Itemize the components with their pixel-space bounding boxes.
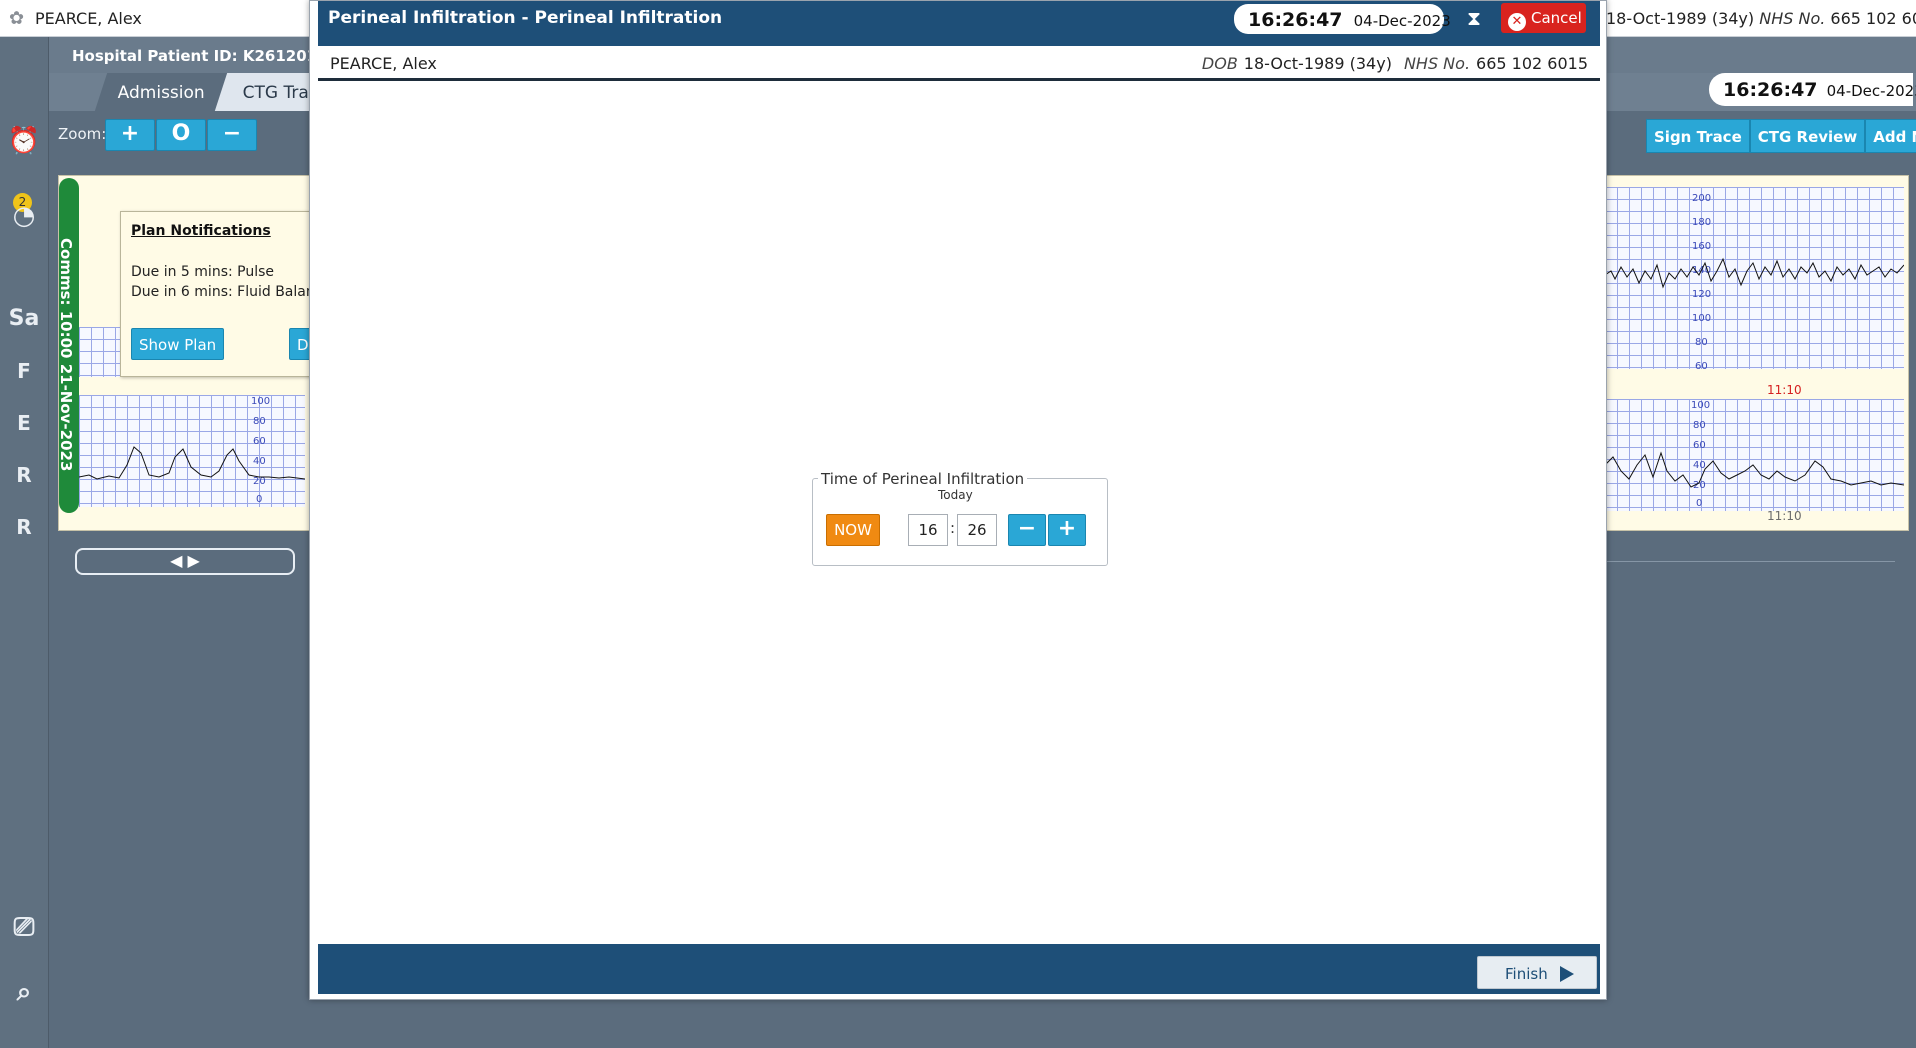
app-clock: 16:26:47 04-Dec-2023 (1709, 73, 1916, 106)
notification-line: Due in 6 mins: Fluid Balance (131, 284, 332, 300)
zoom-label: Zoom: (58, 125, 107, 143)
trace-time-label: 11:10 (1767, 509, 1802, 523)
app-logo-icon: ✿ (9, 8, 25, 29)
sidebar-f[interactable]: F (4, 351, 44, 391)
notification-line: Due in 5 mins: Pulse (131, 264, 275, 280)
sidebar-r1[interactable]: R (4, 455, 44, 495)
ctg-review-button[interactable]: CTG Review (1749, 119, 1866, 153)
nhs-value: 665 102 6015 (1476, 54, 1588, 73)
perineal-infiltration-dialog: Perineal Infiltration - Perineal Infiltr… (309, 0, 1607, 1000)
tab-admission[interactable]: Admission (94, 73, 230, 111)
fhr-grid-right: 200 180 160 140 120 100 80 60 (1605, 187, 1904, 372)
fhr-trace-right (1605, 257, 1904, 289)
trace-scroll-control[interactable]: ◀ ▶ (75, 548, 295, 575)
notification-title: Plan Notifications (131, 223, 271, 239)
trace-time-marker: 11:10 (1767, 383, 1802, 397)
finish-button[interactable]: Finish (1477, 956, 1597, 989)
nhs-label: NHS No. (1759, 9, 1826, 28)
time-of-perineal-infiltration-group: Time of Perineal Infiltration Today NOW … (812, 470, 1108, 566)
patient-name: PEARCE, Alex (35, 9, 142, 28)
alarm-clock-icon[interactable]: ⏰ (4, 121, 44, 161)
dialog-clock-time: 16:26:47 (1248, 9, 1343, 31)
increment-button[interactable]: + (1048, 514, 1086, 546)
sidebar-e[interactable]: E (4, 403, 44, 443)
dob-label: DOB (1201, 54, 1238, 73)
now-button[interactable]: NOW (826, 514, 880, 546)
trace-actions: Sign Trace CTG Review Add Note (1646, 119, 1916, 153)
sign-trace-button[interactable]: Sign Trace (1646, 119, 1750, 153)
filter-icon[interactable]: ⧗ (1463, 7, 1485, 29)
app-clock-date: 04-Dec-2023 (1826, 82, 1916, 100)
toco-trace-right (1605, 451, 1904, 488)
nhs-label: NHS No. (1403, 54, 1471, 73)
cancel-button[interactable]: ✕ Cancel (1501, 3, 1586, 33)
dialog-patient-banner: PEARCE, Alex DOB 18-Oct-1989 (34y) NHS No.… (318, 48, 1600, 81)
toco-grid-right: 100 80 60 40 20 0 (1605, 399, 1904, 511)
history-clock-icon[interactable]: ◔ (4, 196, 44, 236)
zoom-reset-button[interactable]: O (156, 119, 206, 151)
close-icon: ✕ (1508, 13, 1526, 31)
sidebar-r2[interactable]: R (4, 507, 44, 547)
time-separator: : (950, 519, 956, 537)
zoom-out-button[interactable]: − (207, 119, 257, 151)
patient-dob-nhs: 18-Oct-1989 (34y) NHS No. 665 102 6015 (1606, 9, 1916, 28)
minute-input[interactable]: 26 (957, 514, 997, 546)
hour-input[interactable]: 16 (908, 514, 948, 546)
show-plan-button[interactable]: Show Plan (131, 328, 225, 360)
presentation-icon[interactable]: ⎚ (4, 907, 44, 947)
patient-dob: 18-Oct-1989 (34y) (1606, 9, 1755, 28)
dob-value: 18-Oct-1989 (34y) (1243, 54, 1392, 73)
dialog-header: Perineal Infiltration - Perineal Infiltr… (318, 1, 1600, 46)
field-day-label: Today (938, 488, 973, 502)
dialog-clock: 16:26:47 04-Dec-2023 (1234, 4, 1451, 34)
toco-grid-left: 100 80 60 40 20 0 (79, 395, 305, 507)
dialog-title: Perineal Infiltration - Perineal Infiltr… (328, 8, 723, 28)
sidebar-sa[interactable]: Sa (4, 299, 44, 339)
divider (1605, 561, 1895, 562)
toco-trace-left (79, 446, 305, 480)
search-icon[interactable]: ⌕ (4, 972, 44, 1012)
add-note-button[interactable]: Add Note (1865, 119, 1916, 153)
nhs-number: 665 102 6015 (1830, 9, 1916, 28)
trace-date-marker[interactable]: Comms: 10:00 21-Nov-2023 (57, 178, 79, 513)
decrement-button[interactable]: − (1008, 514, 1046, 546)
dialog-clock-date: 04-Dec-2023 (1353, 12, 1451, 30)
field-legend: Time of Perineal Infiltration (818, 470, 1028, 488)
zoom-in-button[interactable]: + (105, 119, 155, 151)
dialog-footer: Finish (318, 944, 1600, 994)
play-arrow-icon (1559, 966, 1574, 982)
dialog-patient-name: PEARCE, Alex (330, 54, 437, 73)
app-sidebar: ⏰ 2 ◔ Sa F E R R ⎚ ⌕ (0, 37, 49, 1048)
app-clock-time: 16:26:47 (1723, 79, 1818, 101)
